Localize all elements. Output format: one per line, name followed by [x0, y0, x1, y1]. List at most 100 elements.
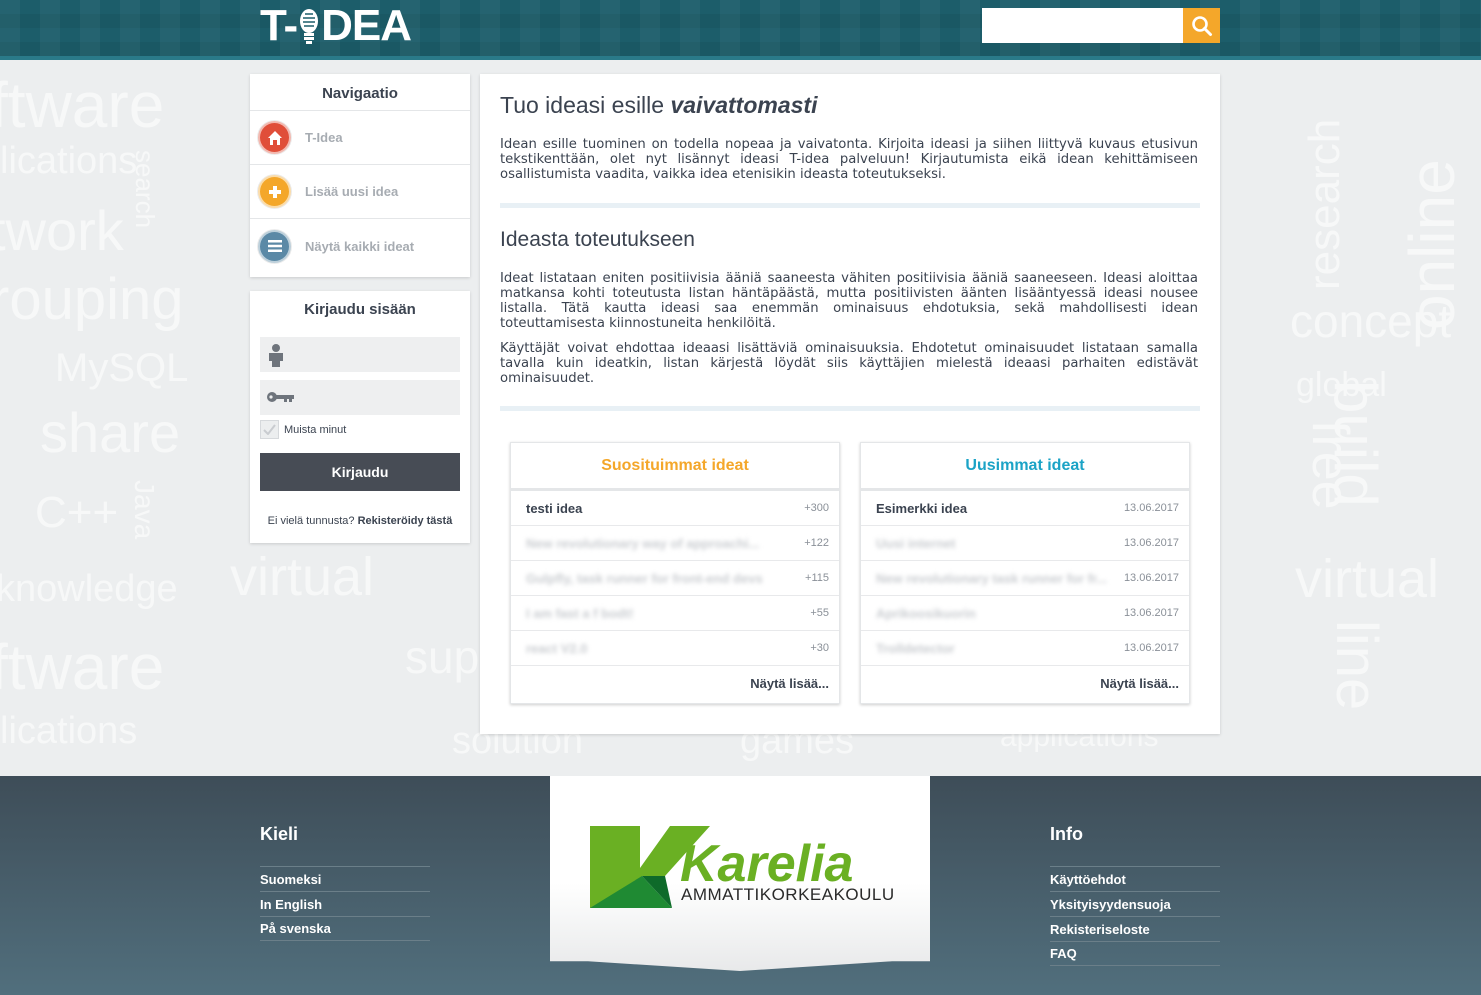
login-panel: Kirjaudu sisään Muista minut Kirjaudu Ei… [250, 291, 470, 543]
list-item[interactable]: Uusi internet 13.06.2017 [861, 526, 1189, 561]
bg-word: Java [129, 480, 160, 540]
info-link-register-statement[interactable]: Rekisteriseloste [1050, 916, 1220, 941]
popular-show-more-link[interactable]: Näytä lisää... [511, 666, 839, 700]
bg-word: search [130, 150, 160, 229]
info-link-faq[interactable]: FAQ [1050, 941, 1220, 966]
idea-votes: +55 [810, 607, 829, 619]
idea-votes: +30 [810, 642, 829, 654]
language-link-finnish[interactable]: Suomeksi [260, 866, 430, 891]
idea-votes: +122 [804, 537, 829, 549]
home-icon [258, 121, 291, 154]
karelia-logo: Karelia AMMATTIKORKEAKOULU [590, 826, 895, 908]
navigation-panel: Navigaatio T-Idea Lisää uusi idea Näytä … [250, 74, 470, 277]
bg-word: ftware [0, 631, 165, 703]
idea-name[interactable]: react V2.0 [526, 641, 587, 656]
info-link-privacy[interactable]: Yksityisyydensuoja [1050, 891, 1220, 916]
list-item[interactable]: Esimerkki idea 13.06.2017 [861, 491, 1189, 526]
section-divider [500, 406, 1200, 411]
bg-word: free [1301, 420, 1359, 510]
language-link-swedish[interactable]: På svenska [260, 916, 430, 941]
search-button[interactable] [1183, 8, 1220, 43]
nav-item-show-all[interactable]: Näytä kaikki ideat [250, 219, 470, 273]
newest-show-more-link[interactable]: Näytä lisää... [861, 666, 1189, 700]
bg-word: share [40, 401, 181, 464]
idea-date: 13.06.2017 [1123, 537, 1179, 549]
idea-name[interactable]: I am fast a f bodt! [526, 606, 634, 621]
list-item[interactable]: Aprikoosikuorin 13.06.2017 [861, 596, 1189, 631]
idea-date: 13.06.2017 [1123, 642, 1179, 654]
popular-ideas-card: Suosituimmat ideat testi idea +300 New r… [510, 442, 840, 704]
section-heading: Ideasta toteutukseen [500, 228, 695, 251]
section-paragraph-1: Ideat listataan eniten positiivisia ääni… [500, 271, 1198, 331]
info-link-terms[interactable]: Käyttöehdot [1050, 866, 1220, 891]
password-field[interactable] [260, 380, 460, 415]
bg-word: virtual [230, 547, 375, 607]
section-divider [500, 203, 1200, 208]
t-idea-logo[interactable]: T- DEA [260, 1, 412, 50]
nav-item-label: Näytä kaikki ideat [305, 238, 415, 254]
nav-item-t-idea[interactable]: T-Idea [250, 111, 470, 165]
list-icon [258, 229, 291, 263]
bg-word: rouping [0, 267, 184, 332]
list-item[interactable]: react V2.0 +30 [511, 631, 839, 666]
idea-date: 13.06.2017 [1123, 502, 1179, 514]
idea-name[interactable]: New revolutionary way of approachi... [526, 536, 759, 551]
idea-votes: +115 [805, 572, 829, 584]
language-link-english[interactable]: In English [260, 891, 430, 916]
bg-word: twork [0, 199, 124, 262]
idea-name[interactable]: testi idea [526, 501, 582, 516]
search-input[interactable] [982, 8, 1183, 43]
idea-votes: +300 [804, 502, 829, 514]
login-button[interactable]: Kirjaudu [260, 453, 460, 491]
idea-date: 13.06.2017 [1123, 607, 1179, 619]
list-item[interactable]: New revolutionary task runner for fr... … [861, 561, 1189, 596]
bg-word: C++ [35, 488, 119, 537]
bg-word: line [1324, 620, 1389, 711]
username-field[interactable] [260, 337, 460, 372]
footer-language-title: Kieli [260, 824, 299, 844]
plus-icon [258, 175, 291, 208]
list-item[interactable]: New revolutionary way of approachi... +1… [511, 526, 839, 561]
popular-ideas-title: Suosituimmat ideat [511, 443, 839, 491]
idea-name[interactable]: Aprikoosikuorin [876, 606, 976, 621]
intro-heading-plain: Tuo ideasi esille [500, 92, 671, 118]
logo-text-left: T- [260, 1, 298, 50]
remember-checkbox[interactable] [260, 420, 279, 439]
list-item[interactable]: I am fast a f bodt! +55 [511, 596, 839, 631]
top-header: T- DEA [0, 0, 1481, 56]
key-icon [267, 392, 294, 402]
check-icon [263, 424, 276, 435]
register-prefix: Ei vielä tunnusta? [267, 515, 355, 527]
logo-text-right: DEA [321, 1, 412, 50]
remember-label: Muista minut [284, 423, 347, 436]
bg-word: virtual [1295, 549, 1440, 609]
list-item[interactable]: testi idea +300 [511, 491, 839, 526]
idea-name[interactable]: Trolldetector [876, 641, 955, 656]
nav-item-label: Lisää uusi idea [305, 184, 399, 199]
bg-word: knowledge [0, 568, 178, 610]
idea-name[interactable]: Esimerkki idea [876, 501, 967, 516]
user-icon [269, 344, 283, 367]
logo-sub: AMMATTIKORKEAKOULU [681, 885, 895, 904]
main-content: Tuo ideasi esille vaivattomasti Idean es… [480, 74, 1220, 734]
footer: Kieli Suomeksi In English På svenska Kar… [0, 776, 1481, 995]
nav-item-add-idea[interactable]: Lisää uusi idea [250, 165, 470, 219]
idea-name[interactable]: New revolutionary task runner for fr... [876, 571, 1107, 586]
remember-me[interactable]: Muista minut [260, 420, 346, 439]
footer-language-column: Kieli Suomeksi In English På svenska [260, 824, 430, 941]
intro-paragraph: Idean esille tuominen on todella nopeaa … [500, 137, 1198, 182]
bg-word: ftware [0, 69, 165, 141]
bg-word: lications [0, 140, 138, 182]
navigation-title: Navigaatio [250, 74, 470, 111]
karelia-logo-badge[interactable]: Karelia AMMATTIKORKEAKOULU [550, 776, 930, 971]
list-item[interactable]: Trolldetector 13.06.2017 [861, 631, 1189, 666]
bg-word: concept [1290, 295, 1452, 347]
register-link[interactable]: Rekisteröidy tästä [358, 515, 453, 527]
idea-name[interactable]: Uusi internet [876, 536, 955, 551]
login-title: Kirjaudu sisään [304, 301, 416, 318]
list-item[interactable]: Gulpfly, task runner for front-end devs … [511, 561, 839, 596]
idea-name[interactable]: Gulpfly, task runner for front-end devs [526, 571, 763, 586]
bg-word: research [1300, 118, 1349, 290]
search-icon [1191, 15, 1212, 36]
nav-item-label: T-Idea [305, 130, 343, 145]
